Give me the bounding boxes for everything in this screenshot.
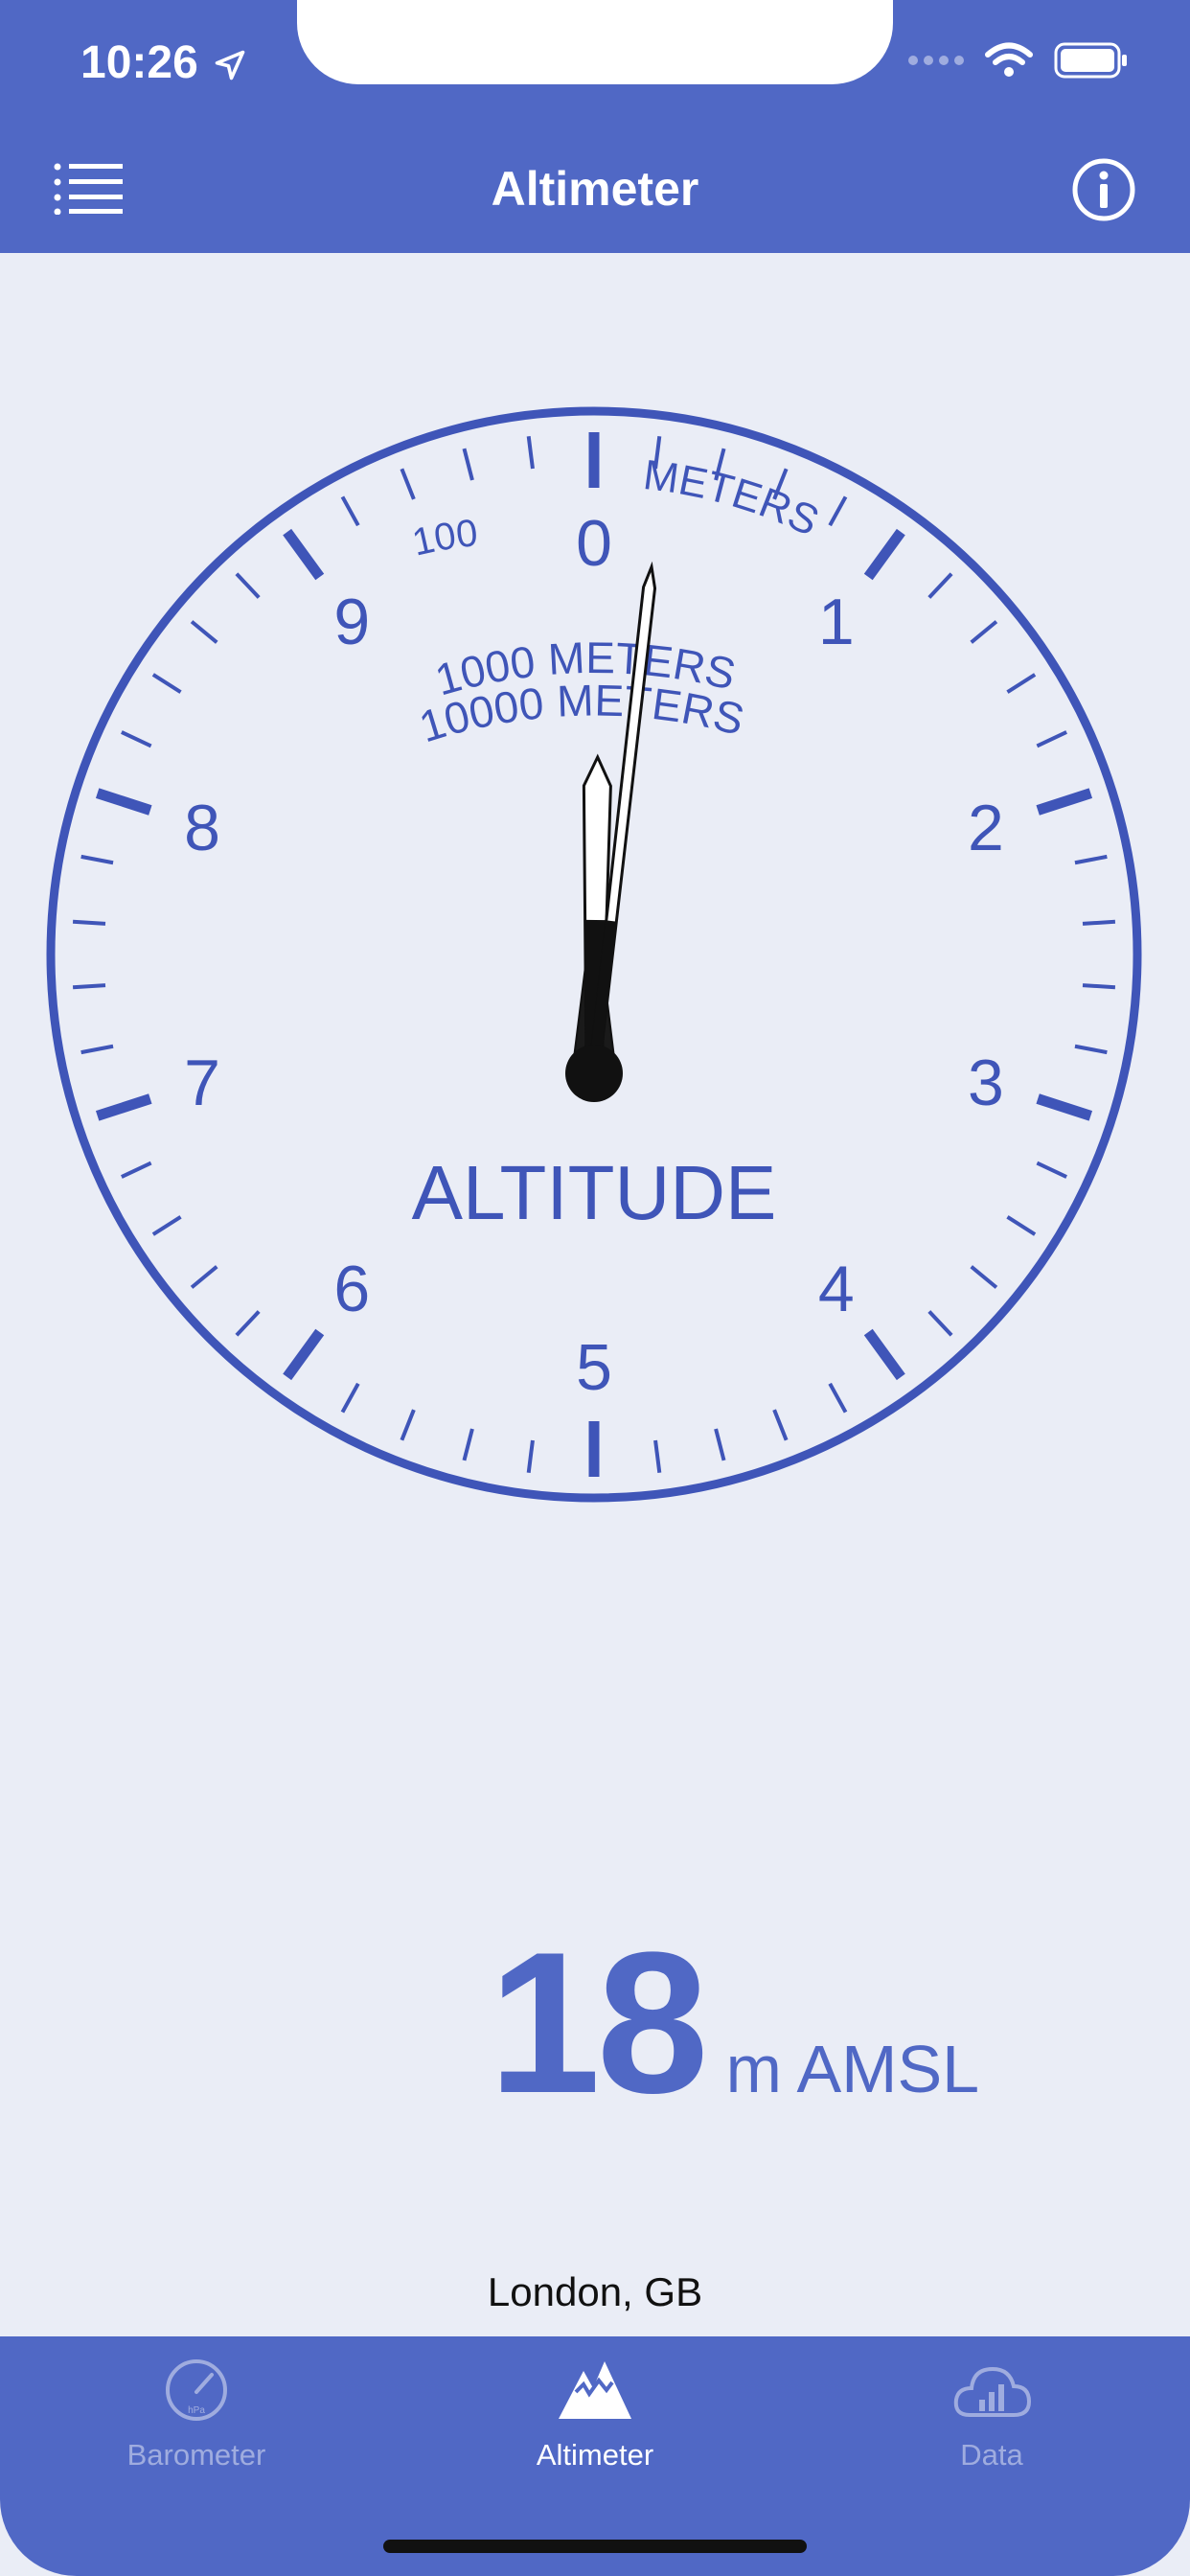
gauge-minor-tick — [927, 1310, 953, 1337]
gauge-minor-tick — [462, 448, 474, 481]
gauge-minor-tick — [1074, 854, 1108, 865]
svg-text:hPa: hPa — [188, 2405, 205, 2416]
tab-barometer[interactable]: hPa Barometer — [53, 2356, 340, 2472]
gauge-major-tick — [283, 528, 325, 581]
location-arrow-icon — [215, 50, 245, 80]
tab-label: Data — [960, 2438, 1023, 2472]
cloud-chart-icon — [953, 2366, 1032, 2417]
gauge-minor-tick — [1036, 1161, 1067, 1179]
device-notch — [297, 0, 893, 84]
gauge-numeral: 1 — [818, 586, 855, 658]
gauge-minor-tick — [828, 495, 848, 527]
gauge-numeral: 4 — [818, 1253, 855, 1325]
gauge-major-tick — [863, 1328, 905, 1381]
altitude-value: 18 — [489, 1910, 709, 2135]
gauge-numeral: 8 — [184, 792, 220, 864]
gauge-icon: hPa — [166, 2359, 227, 2421]
altitude-readout: 18 m AMSL — [489, 1907, 979, 2139]
gauge-minor-tick — [72, 983, 106, 990]
altimeter-gauge: 0123456789 100 METERS 1000 METERS 10000 … — [46, 406, 1142, 1503]
page-title: Altimeter — [491, 162, 699, 216]
info-icon[interactable] — [1071, 157, 1136, 222]
gauge-minor-tick — [526, 436, 535, 470]
tab-data[interactable]: Data — [848, 2356, 1135, 2472]
gauge-minor-tick — [526, 1439, 535, 1473]
gauge-numeral: 6 — [333, 1253, 370, 1325]
gauge-numeral: 0 — [576, 507, 612, 580]
location-label: London, GB — [487, 2269, 703, 2314]
gauge-minor-tick — [1036, 730, 1067, 748]
gauge-title: ALTITUDE — [412, 1150, 777, 1235]
gauge-numeral: 7 — [184, 1046, 220, 1119]
gauge-minor-tick — [772, 1409, 789, 1441]
gauge-minor-tick — [828, 1382, 848, 1414]
gauge-minor-tick — [462, 1428, 474, 1461]
altimeter-screen: 10:26 Altimeter 0 1 2 3 4 5 6 7 8 9 100 … — [0, 0, 1190, 2576]
gauge-minor-tick — [80, 854, 114, 865]
status-indicators — [908, 42, 1129, 79]
gauge-hub — [565, 1045, 623, 1102]
gauge-numeral: 5 — [576, 1331, 612, 1404]
gauge-minor-tick — [121, 1161, 152, 1179]
cellular-signal-icon — [908, 56, 964, 65]
mountain-icon — [559, 2361, 631, 2419]
gauge-major-tick — [95, 788, 152, 816]
gauge-minor-tick — [1082, 919, 1116, 926]
tab-altimeter[interactable]: Altimeter — [451, 2356, 739, 2472]
wifi-icon — [985, 42, 1033, 77]
gauge-major-tick — [1036, 788, 1093, 816]
gauge-minor-tick — [235, 1310, 261, 1337]
gauge-minor-tick — [340, 1382, 360, 1414]
gauge-minor-tick — [235, 572, 261, 599]
gauge-major-tick — [283, 1328, 325, 1381]
gauge-minor-tick — [1082, 983, 1116, 990]
gauge-minor-tick — [714, 1428, 726, 1461]
gauge-numeral: 9 — [333, 586, 370, 658]
status-time: 10:26 — [80, 37, 198, 88]
gauge-minor-tick — [653, 1439, 662, 1473]
gauge-major-tick — [95, 1093, 152, 1121]
gauge-label-100: 100 — [408, 512, 479, 564]
gauge-minor-tick — [1074, 1044, 1108, 1055]
gauge-minor-tick — [400, 1409, 416, 1441]
gauge-minor-tick — [970, 1265, 998, 1289]
gauge-minor-tick — [72, 919, 106, 926]
gauge-numeral: 2 — [968, 792, 1004, 864]
gauge-minor-tick — [1006, 673, 1037, 694]
gauge-minor-tick — [400, 468, 416, 500]
gauge-minor-tick — [151, 1215, 182, 1236]
gauge-numeral: 3 — [968, 1046, 1004, 1119]
gauge-minor-tick — [80, 1044, 114, 1055]
header: 10:26 Altimeter — [0, 0, 1190, 253]
gauge-minor-tick — [190, 620, 218, 644]
gauge-label-meters: METERS — [641, 451, 826, 545]
gauge-minor-tick — [340, 495, 360, 527]
tab-label: Barometer — [126, 2438, 266, 2472]
gauge-major-tick — [863, 528, 905, 581]
gauge-minor-tick — [1006, 1215, 1037, 1236]
gauge-minor-tick — [121, 730, 152, 748]
gauge-minor-tick — [190, 1265, 218, 1289]
gauge-minor-tick — [151, 673, 182, 694]
tab-label: Altimeter — [536, 2438, 654, 2472]
gauge-minor-tick — [970, 620, 998, 644]
altitude-unit: m AMSL — [725, 2032, 980, 2106]
gauge-major-tick — [1036, 1093, 1093, 1121]
gauge-minor-tick — [927, 572, 953, 599]
home-indicator[interactable] — [383, 2540, 807, 2553]
battery-icon — [1054, 42, 1127, 79]
